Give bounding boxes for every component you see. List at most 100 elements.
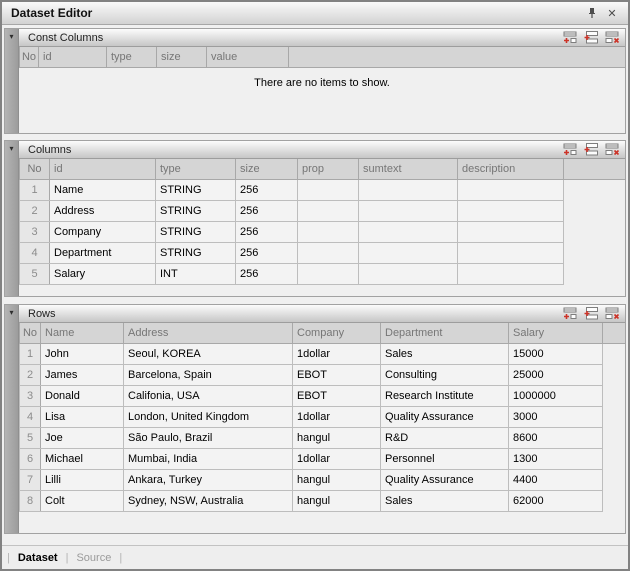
row-number[interactable]: 7 — [20, 469, 41, 490]
column-header[interactable]: id — [50, 159, 156, 179]
row-number[interactable]: 4 — [20, 406, 41, 427]
cell[interactable]: Califonia, USA — [124, 385, 293, 406]
column-header[interactable]: type — [156, 159, 236, 179]
cell[interactable]: 62000 — [509, 490, 603, 511]
column-header[interactable]: Salary — [509, 323, 603, 343]
row-number[interactable]: 3 — [20, 385, 41, 406]
row-number[interactable]: 5 — [20, 427, 41, 448]
cell[interactable]: STRING — [156, 242, 236, 263]
cell[interactable] — [359, 263, 458, 284]
cell[interactable]: 256 — [236, 200, 298, 221]
cell[interactable]: 1000000 — [509, 385, 603, 406]
collapse-icon[interactable]: ▾ — [5, 141, 18, 157]
delete-row-icon[interactable] — [603, 30, 621, 45]
row-number[interactable]: 2 — [20, 364, 41, 385]
delete-row-icon[interactable] — [603, 142, 621, 157]
column-header[interactable]: sumtext — [359, 159, 458, 179]
column-header[interactable]: type — [107, 47, 157, 67]
column-header[interactable]: value — [207, 47, 289, 67]
cell[interactable]: 8600 — [509, 427, 603, 448]
cell[interactable] — [458, 263, 564, 284]
cell[interactable]: Joe — [41, 427, 124, 448]
insert-row-icon[interactable] — [582, 30, 600, 45]
cell[interactable]: Company — [50, 221, 156, 242]
cell[interactable] — [458, 179, 564, 200]
cell[interactable] — [298, 263, 359, 284]
cell[interactable] — [298, 179, 359, 200]
row-number[interactable]: 1 — [20, 343, 41, 364]
cell[interactable]: Barcelona, Spain — [124, 364, 293, 385]
add-row-icon[interactable] — [561, 142, 579, 157]
row-number[interactable]: 1 — [20, 179, 50, 200]
tab-dataset[interactable]: Dataset — [10, 552, 66, 564]
insert-row-icon[interactable] — [582, 306, 600, 321]
row-number[interactable]: 5 — [20, 263, 50, 284]
tab-source[interactable]: Source — [68, 552, 119, 564]
column-header[interactable]: No — [20, 323, 41, 343]
cell[interactable]: Salary — [50, 263, 156, 284]
cell[interactable] — [458, 221, 564, 242]
add-row-icon[interactable] — [561, 30, 579, 45]
column-header[interactable]: description — [458, 159, 564, 179]
cell[interactable]: Donald — [41, 385, 124, 406]
cell[interactable]: INT — [156, 263, 236, 284]
cell[interactable]: James — [41, 364, 124, 385]
cell[interactable]: 256 — [236, 179, 298, 200]
cell[interactable]: STRING — [156, 179, 236, 200]
cell[interactable] — [458, 200, 564, 221]
column-header[interactable]: Name — [41, 323, 124, 343]
cell[interactable]: Consulting — [381, 364, 509, 385]
cell[interactable]: 1300 — [509, 448, 603, 469]
column-header[interactable]: No — [20, 159, 50, 179]
cell[interactable]: R&D — [381, 427, 509, 448]
cell[interactable]: Sales — [381, 343, 509, 364]
cell[interactable] — [298, 200, 359, 221]
delete-row-icon[interactable] — [603, 306, 621, 321]
cell[interactable]: London, United Kingdom — [124, 406, 293, 427]
cell[interactable]: Name — [50, 179, 156, 200]
cell[interactable]: Lisa — [41, 406, 124, 427]
cell[interactable] — [298, 221, 359, 242]
column-header[interactable]: Company — [293, 323, 381, 343]
cell[interactable]: STRING — [156, 200, 236, 221]
close-icon[interactable]: ✕ — [604, 5, 620, 21]
pin-icon[interactable] — [584, 5, 600, 21]
column-header[interactable]: Address — [124, 323, 293, 343]
cell[interactable]: Sydney, NSW, Australia — [124, 490, 293, 511]
cell[interactable]: 256 — [236, 263, 298, 284]
cell[interactable]: hangul — [293, 469, 381, 490]
cell[interactable]: STRING — [156, 221, 236, 242]
cell[interactable]: Quality Assurance — [381, 469, 509, 490]
cell[interactable]: Sales — [381, 490, 509, 511]
cell[interactable]: Mumbai, India — [124, 448, 293, 469]
cell[interactable]: Quality Assurance — [381, 406, 509, 427]
cell[interactable]: Personnel — [381, 448, 509, 469]
collapse-icon[interactable]: ▾ — [5, 29, 18, 45]
cell[interactable]: 256 — [236, 221, 298, 242]
cell[interactable] — [359, 221, 458, 242]
cell[interactable]: Colt — [41, 490, 124, 511]
add-row-icon[interactable] — [561, 306, 579, 321]
column-header[interactable]: size — [157, 47, 207, 67]
row-number[interactable]: 8 — [20, 490, 41, 511]
row-number[interactable]: 3 — [20, 221, 50, 242]
cell[interactable]: 25000 — [509, 364, 603, 385]
cell[interactable]: hangul — [293, 427, 381, 448]
row-number[interactable]: 4 — [20, 242, 50, 263]
cell[interactable]: 15000 — [509, 343, 603, 364]
cell[interactable]: Department — [50, 242, 156, 263]
cell[interactable]: São Paulo, Brazil — [124, 427, 293, 448]
insert-row-icon[interactable] — [582, 142, 600, 157]
column-header[interactable]: prop — [298, 159, 359, 179]
column-header[interactable]: Department — [381, 323, 509, 343]
cell[interactable]: hangul — [293, 490, 381, 511]
cell[interactable] — [458, 242, 564, 263]
cell[interactable] — [359, 200, 458, 221]
cell[interactable]: Lilli — [41, 469, 124, 490]
cell[interactable]: Michael — [41, 448, 124, 469]
cell[interactable]: Seoul, KOREA — [124, 343, 293, 364]
cell[interactable]: 1dollar — [293, 406, 381, 427]
cell[interactable]: John — [41, 343, 124, 364]
row-number[interactable]: 6 — [20, 448, 41, 469]
cell[interactable]: EBOT — [293, 364, 381, 385]
